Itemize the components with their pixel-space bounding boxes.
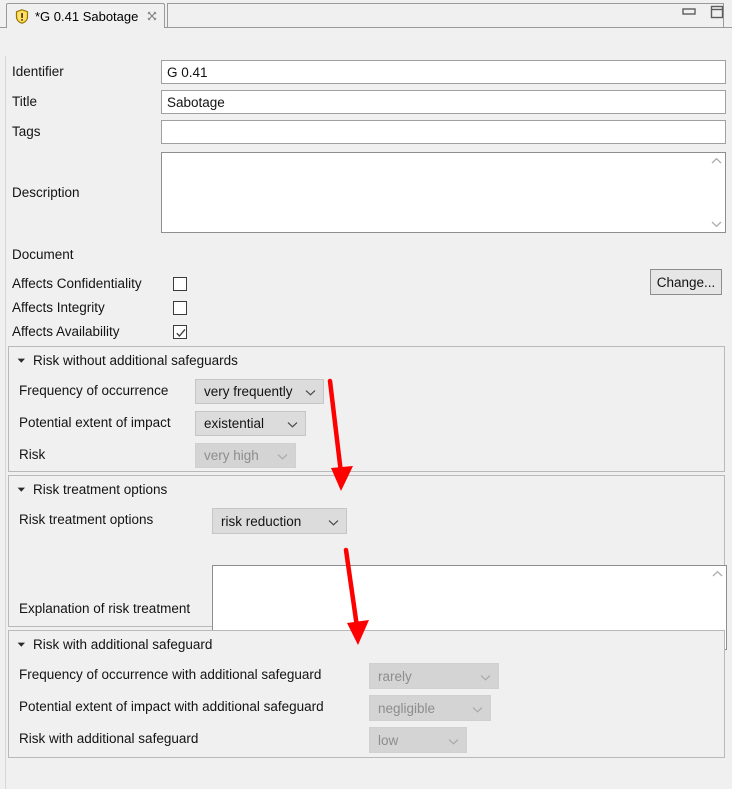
window-buttons xyxy=(680,4,726,20)
tab-bar: *G 0.41 Sabotage xyxy=(0,0,732,29)
group-risk-without-safeguards-header[interactable]: Risk without additional safeguards xyxy=(17,353,238,368)
risk-with-safeguard-dropdown: low xyxy=(369,727,467,753)
risk-label: Risk xyxy=(19,447,46,462)
risk-value: very high xyxy=(204,448,259,463)
affects-availability-label: Affects Availability xyxy=(12,324,120,339)
group-risk-treatment-options-header[interactable]: Risk treatment options xyxy=(17,482,167,497)
frequency-of-occurrence-label-row: Frequency of occurrence xyxy=(19,383,168,398)
risk-with-safeguard-label-row: Risk with additional safeguard xyxy=(19,731,198,746)
checkmark-icon xyxy=(176,328,186,337)
editor-tab-sabotage[interactable]: *G 0.41 Sabotage xyxy=(6,3,166,29)
group-risk-treatment-options-title: Risk treatment options xyxy=(33,482,168,497)
affects-integrity-checkbox[interactable] xyxy=(173,300,187,315)
chevron-up-icon xyxy=(712,570,723,577)
chevron-down-icon xyxy=(287,416,298,431)
document-label-row: Document xyxy=(12,247,74,262)
affects-availability-row[interactable]: Affects Availability xyxy=(12,324,187,339)
group-risk-without-safeguards-title: Risk without additional safeguards xyxy=(33,353,238,368)
close-icon[interactable] xyxy=(146,10,158,22)
frequency-with-safeguard-label: Frequency of occurrence with additional … xyxy=(19,667,322,682)
frequency-with-safeguard-dropdown: rarely xyxy=(369,663,499,689)
risk-label-row: Risk xyxy=(19,447,45,462)
group-risk-with-safeguard: Risk with additional safeguard Frequency… xyxy=(8,630,725,758)
potential-extent-of-impact-value: existential xyxy=(204,416,265,431)
identifier-label: Identifier xyxy=(12,64,64,79)
affects-confidentiality-checkbox[interactable] xyxy=(173,276,187,291)
group-risk-treatment-options: Risk treatment options Risk treatment op… xyxy=(8,475,727,650)
threat-editor-form: Identifier G 0.41 Title Sabotage Tags De… xyxy=(0,28,732,789)
affects-confidentiality-label: Affects Confidentiality xyxy=(12,276,142,291)
risk-with-safeguard-value: low xyxy=(378,732,399,748)
explanation-of-risk-treatment-label: Explanation of risk treatment xyxy=(19,601,191,616)
group-risk-without-safeguards: Risk without additional safeguards Frequ… xyxy=(8,346,725,472)
affects-confidentiality-row[interactable]: Affects Confidentiality xyxy=(12,276,187,291)
chevron-down-icon xyxy=(277,448,288,463)
frequency-of-occurrence-dropdown[interactable]: very frequently xyxy=(195,379,324,404)
group-risk-with-safeguard-title: Risk with additional safeguard xyxy=(33,637,213,652)
title-value: Sabotage xyxy=(167,94,225,110)
potential-extent-of-impact-label-row: Potential extent of impact xyxy=(19,415,171,430)
tags-label: Tags xyxy=(12,124,41,139)
identifier-value: G 0.41 xyxy=(167,64,208,80)
change-document-label: Change... xyxy=(656,274,716,290)
frequency-with-safeguard-label-row: Frequency of occurrence with additional … xyxy=(19,667,321,682)
potential-extent-of-impact-dropdown[interactable]: existential xyxy=(195,411,306,436)
frequency-with-safeguard-value: rarely xyxy=(378,668,412,684)
affects-integrity-row[interactable]: Affects Integrity xyxy=(12,300,187,315)
description-label-row: Description xyxy=(12,185,80,200)
risk-treatment-options-value: risk reduction xyxy=(221,513,302,529)
collapse-twisty-icon[interactable] xyxy=(17,353,26,368)
description-label: Description xyxy=(12,185,80,200)
impact-with-safeguard-value: negligible xyxy=(378,700,436,716)
risk-treatment-options-dropdown[interactable]: risk reduction xyxy=(212,508,347,534)
frequency-of-occurrence-label: Frequency of occurrence xyxy=(19,383,169,398)
form-left-gutter xyxy=(0,56,6,789)
group-risk-with-safeguard-header[interactable]: Risk with additional safeguard xyxy=(17,637,212,652)
tags-label-row: Tags xyxy=(12,124,41,139)
chevron-up-icon xyxy=(711,157,722,164)
explanation-of-risk-treatment-label-row: Explanation of risk treatment xyxy=(19,601,190,616)
title-label-row: Title xyxy=(12,94,37,109)
description-scrollbar[interactable] xyxy=(709,154,724,231)
impact-with-safeguard-label: Potential extent of impact with addition… xyxy=(19,699,324,714)
editor-tab-label: *G 0.41 Sabotage xyxy=(35,8,139,24)
affects-availability-checkbox[interactable] xyxy=(173,324,187,339)
risk-treatment-options-label: Risk treatment options xyxy=(19,512,154,527)
maximize-restore-button[interactable] xyxy=(708,4,726,20)
title-label: Title xyxy=(12,94,38,109)
description-textarea[interactable] xyxy=(161,152,726,233)
impact-with-safeguard-dropdown: negligible xyxy=(369,695,491,721)
title-input[interactable]: Sabotage xyxy=(161,90,726,114)
tags-input[interactable] xyxy=(161,120,726,144)
chevron-down-icon xyxy=(328,514,339,529)
risk-with-safeguard-label: Risk with additional safeguard xyxy=(19,731,199,746)
document-label: Document xyxy=(12,247,74,262)
change-document-button[interactable]: Change... xyxy=(650,269,722,295)
identifier-input[interactable]: G 0.41 xyxy=(161,60,726,84)
chevron-down-icon xyxy=(305,384,316,399)
risk-treatment-options-label-row: Risk treatment options xyxy=(19,512,153,527)
risk-dropdown: very high xyxy=(195,443,296,468)
collapse-twisty-icon[interactable] xyxy=(17,482,26,497)
affects-integrity-label: Affects Integrity xyxy=(12,300,105,315)
frequency-of-occurrence-value: very frequently xyxy=(204,384,293,399)
editor-window: *G 0.41 Sabotage Identifier G 0.41 Title… xyxy=(0,0,732,789)
potential-extent-of-impact-label: Potential extent of impact xyxy=(19,415,171,430)
threat-shield-icon xyxy=(15,8,29,24)
impact-with-safeguard-label-row: Potential extent of impact with addition… xyxy=(19,699,324,714)
chevron-down-icon xyxy=(472,701,483,716)
chevron-down-icon xyxy=(448,733,459,748)
chevron-down-icon xyxy=(711,221,722,228)
minimize-button[interactable] xyxy=(680,4,698,20)
tab-bar-empty-area xyxy=(167,3,724,28)
identifier-label-row: Identifier xyxy=(12,64,64,79)
chevron-down-icon xyxy=(480,669,491,684)
collapse-twisty-icon[interactable] xyxy=(17,637,26,652)
